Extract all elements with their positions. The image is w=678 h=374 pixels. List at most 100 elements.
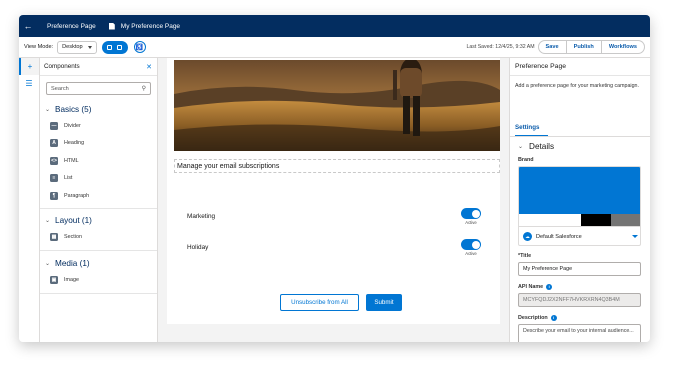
salesforce-cloud-icon: ☁	[523, 232, 532, 241]
component-label: Heading	[64, 140, 85, 147]
paragraph-icon: ¶	[50, 191, 58, 200]
info-icon[interactable]: i	[550, 314, 557, 321]
close-icon[interactable]: ✕	[146, 63, 152, 71]
html-icon: <>	[50, 156, 58, 165]
section-icon: ▦	[50, 233, 58, 242]
group-title: Basics (5)	[55, 104, 92, 114]
component-image[interactable]: ▣ Image	[40, 271, 157, 289]
outline-tab[interactable]: ☰	[19, 75, 39, 92]
tab-settings[interactable]: Settings	[515, 120, 548, 137]
group-title: Layout (1)	[55, 216, 92, 225]
hero-image[interactable]	[174, 60, 500, 151]
view-mode-value: Desktop	[62, 44, 83, 50]
publish-button[interactable]: Publish	[566, 40, 602, 54]
component-section[interactable]: ▦ Section	[40, 229, 157, 247]
desktop-layout-icon	[107, 44, 113, 50]
properties-description: Add a preference page for your marketing…	[515, 83, 639, 89]
chevron-down-icon: ⌄	[45, 260, 51, 267]
chevron-down-icon: ⌄	[45, 218, 51, 224]
brand-select[interactable]: ☁ Default Salesforce	[519, 226, 640, 245]
last-saved-status: Last Saved: 12/4/25, 9:32 AM	[466, 44, 535, 50]
workflows-button[interactable]: Workflows	[601, 40, 645, 54]
component-group-media: ⌄ Media (1) ▣ Image	[40, 251, 157, 294]
layout-toggle[interactable]	[101, 40, 128, 54]
group-toggle-media[interactable]: ⌄ Media (1)	[40, 255, 157, 271]
components-header: Components ✕	[40, 58, 157, 76]
search-input[interactable]: Search ⚲	[46, 82, 151, 95]
brand-label: Brand	[510, 155, 650, 164]
component-heading[interactable]: A Heading	[40, 135, 157, 153]
component-label: Section	[64, 234, 82, 241]
group-title: Media (1)	[55, 258, 90, 268]
view-mode-label: View Mode:	[24, 44, 54, 50]
search-placeholder: Search	[51, 85, 69, 92]
component-label: HTML	[64, 157, 79, 164]
component-group-layout: ⌄ Layout (1) ▦ Section	[40, 209, 157, 251]
mobile-layout-icon	[117, 44, 123, 50]
api-name-field: MCYFQDJ2X2NFF7HVKRXRN4Q3B4M	[518, 293, 641, 307]
brand-label-text: Brand	[518, 156, 534, 163]
left-rail: + ☰	[19, 58, 40, 342]
back-arrow-icon[interactable]: ←	[19, 21, 37, 31]
image-icon: ▣	[50, 275, 58, 284]
accessibility-icon: ♿	[135, 44, 144, 51]
subscription-row-holiday: Holiday Active	[187, 239, 487, 256]
toolbar: View Mode: Desktop ♿ Last Saved: 12/4/25…	[19, 37, 650, 58]
group-toggle-basics[interactable]: ⌄ Basics (5)	[40, 101, 157, 117]
submit-button[interactable]: Submit	[366, 294, 402, 311]
list-icon: ☰	[25, 79, 33, 88]
app-window: ← Preference Page My Preference Page Vie…	[19, 15, 650, 342]
brand-picker[interactable]: ☁ Default Salesforce	[518, 166, 641, 246]
heading-icon: A	[50, 139, 58, 148]
group-toggle-layout[interactable]: ⌄ Layout (1)	[40, 213, 157, 229]
component-paragraph[interactable]: ¶ Paragraph	[40, 187, 157, 205]
accessibility-button[interactable]: ♿	[133, 41, 146, 53]
brand-swatch-white	[519, 214, 581, 226]
subscription-row-marketing: Marketing Active	[187, 208, 487, 225]
unsubscribe-all-button[interactable]: Unsubscribe from All	[280, 294, 359, 311]
component-label: Paragraph	[64, 192, 90, 199]
subscriptions-heading[interactable]: Manage your email subscriptions	[174, 159, 500, 173]
api-name-label: API Name i	[510, 282, 650, 291]
description-field[interactable]: Describe your email to your internal aud…	[518, 324, 641, 342]
top-bar: ← Preference Page My Preference Page	[19, 15, 650, 37]
holiday-toggle[interactable]	[461, 239, 481, 250]
component-list[interactable]: ≡ List	[40, 170, 157, 188]
section-title: Details	[529, 141, 555, 151]
component-divider[interactable]: — Divider	[40, 117, 157, 135]
subscription-name: Marketing	[187, 212, 216, 220]
component-label: Divider	[64, 122, 81, 129]
description-label-text: Description	[518, 314, 548, 321]
marketing-toggle[interactable]	[461, 208, 481, 219]
components-panel: Components ✕ Search ⚲ ⌄ Basics (5) — Div…	[40, 58, 158, 342]
title-label: *Title	[510, 251, 650, 260]
title-field[interactable]: My Preference Page	[518, 262, 641, 276]
breadcrumb-preference-page[interactable]: Preference Page	[47, 23, 96, 30]
details-section-toggle[interactable]: ⌄ Details	[510, 137, 650, 155]
toggle-status: Active	[465, 251, 477, 256]
page-title: My Preference Page	[120, 22, 181, 30]
view-mode-select[interactable]: Desktop	[57, 40, 97, 54]
divider-icon: —	[50, 121, 58, 130]
chevron-down-icon	[87, 45, 92, 49]
brand-swatch-black	[581, 214, 611, 226]
brand-value: Default Salesforce	[536, 233, 582, 240]
properties-panel: Preference Page Add a preference page fo…	[509, 58, 650, 342]
subscription-name: Holiday	[187, 243, 209, 251]
brand-swatch-gray	[611, 214, 640, 226]
subscription-toggle-wrap: Active	[461, 208, 481, 225]
brand-primary-swatch	[519, 167, 640, 214]
info-icon[interactable]: i	[546, 283, 553, 290]
description-label: Description i	[510, 313, 650, 322]
editor-canvas: Manage your email subscriptions Marketin…	[159, 58, 508, 342]
search-icon: ⚲	[141, 86, 146, 92]
preference-page-preview: Manage your email subscriptions Marketin…	[167, 58, 500, 324]
component-html[interactable]: <> HTML	[40, 152, 157, 170]
component-group-basics: ⌄ Basics (5) — Divider A Heading <> HTML…	[40, 101, 157, 209]
chevron-down-icon	[632, 235, 638, 238]
save-button[interactable]: Save	[537, 40, 567, 54]
add-component-tab[interactable]: +	[19, 58, 39, 75]
add-icon: +	[27, 62, 33, 71]
document-icon	[108, 22, 115, 30]
subscription-toggle-wrap: Active	[461, 239, 481, 256]
